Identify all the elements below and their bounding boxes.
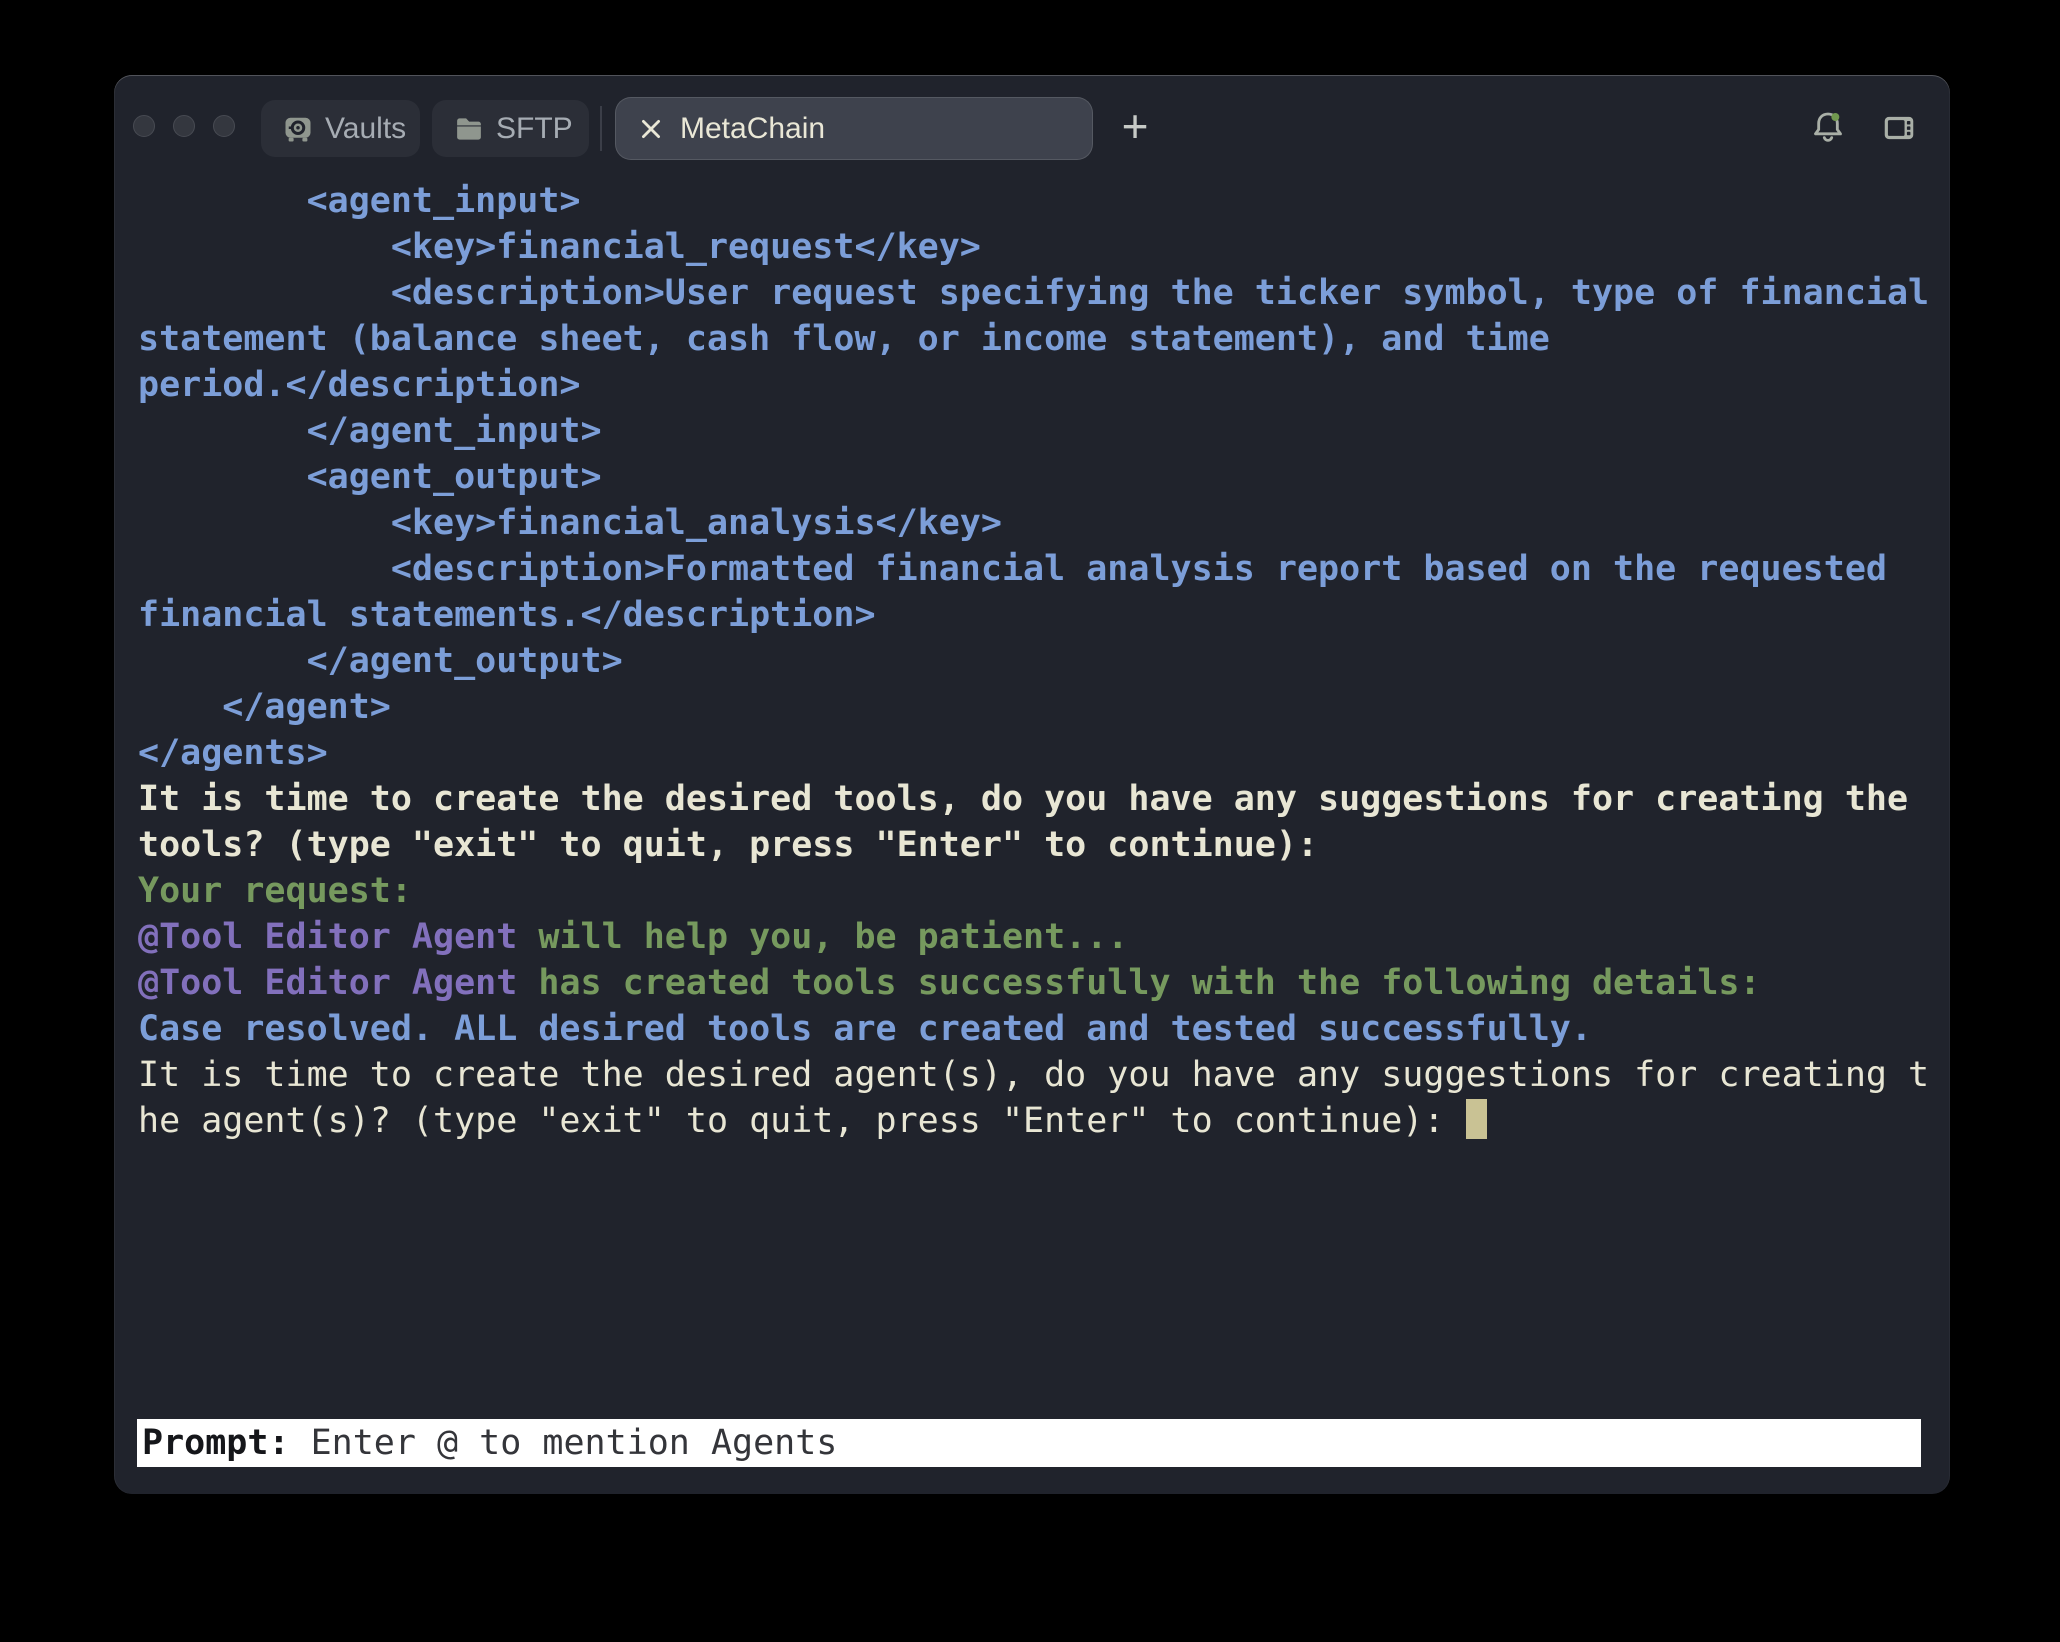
tab-metachain[interactable]: MetaChain bbox=[615, 97, 1093, 160]
terminal-line: <agent_output> bbox=[138, 454, 1938, 500]
terminal-line: Case resolved. ALL desired tools are cre… bbox=[138, 1006, 1938, 1052]
terminal-line: @Tool Editor Agent has created tools suc… bbox=[138, 960, 1938, 1006]
tab-label: SFTP bbox=[496, 112, 573, 146]
terminal-output[interactable]: <agent_input> <key>financial_request</ke… bbox=[138, 178, 1938, 1144]
terminal-line: statement (balance sheet, cash flow, or … bbox=[138, 316, 1938, 362]
tab-bar: Vaults SFTP MetaChain + bbox=[114, 75, 1950, 165]
sidebar-panel-icon bbox=[1880, 109, 1918, 147]
prompt-label: Prompt: bbox=[142, 1423, 311, 1463]
tab-label: Vaults bbox=[325, 112, 406, 146]
folder-icon bbox=[454, 114, 484, 144]
terminal-line: </agent_output> bbox=[138, 638, 1938, 684]
terminal-line: Your request: bbox=[138, 868, 1938, 914]
prompt-bar[interactable]: Prompt: Enter @ to mention Agents bbox=[137, 1419, 1921, 1467]
terminal-line: It is time to create the desired tools, … bbox=[138, 776, 1938, 822]
terminal-line: period.</description> bbox=[138, 362, 1938, 408]
new-tab-button[interactable]: + bbox=[1113, 103, 1157, 153]
bell-icon bbox=[1808, 107, 1848, 147]
terminal-window: Vaults SFTP MetaChain + bbox=[114, 75, 1950, 1494]
close-icon[interactable] bbox=[638, 116, 664, 142]
traffic-light-minimize[interactable] bbox=[173, 115, 195, 137]
tab-vaults[interactable]: Vaults bbox=[261, 100, 420, 157]
terminal-line: </agent> bbox=[138, 684, 1938, 730]
notification-dot bbox=[1831, 113, 1839, 121]
terminal-line: <description>User request specifying the… bbox=[138, 270, 1938, 316]
terminal-cursor bbox=[1466, 1099, 1487, 1139]
tab-sftp[interactable]: SFTP bbox=[432, 100, 589, 157]
toggle-sidebar-button[interactable] bbox=[1877, 106, 1921, 150]
terminal-line: <description>Formatted financial analysi… bbox=[138, 546, 1938, 592]
terminal-line: <agent_input> bbox=[138, 178, 1938, 224]
terminal-line: tools? (type "exit" to quit, press "Ente… bbox=[138, 822, 1938, 868]
terminal-line: It is time to create the desired agent(s… bbox=[138, 1052, 1938, 1098]
vault-icon bbox=[283, 114, 313, 144]
terminal-line: <key>financial_request</key> bbox=[138, 224, 1938, 270]
tab-label: MetaChain bbox=[680, 112, 825, 146]
notifications-button[interactable] bbox=[1806, 105, 1850, 149]
traffic-light-maximize[interactable] bbox=[213, 115, 235, 137]
terminal-line: <key>financial_analysis</key> bbox=[138, 500, 1938, 546]
terminal-line: he agent(s)? (type "exit" to quit, press… bbox=[138, 1098, 1938, 1144]
traffic-light-close[interactable] bbox=[133, 115, 155, 137]
terminal-line: </agents> bbox=[138, 730, 1938, 776]
terminal-line: </agent_input> bbox=[138, 408, 1938, 454]
tab-divider bbox=[600, 106, 602, 151]
terminal-line: @Tool Editor Agent will help you, be pat… bbox=[138, 914, 1938, 960]
terminal-line: financial statements.</description> bbox=[138, 592, 1938, 638]
prompt-hint-text: Enter @ to mention Agents bbox=[311, 1423, 838, 1463]
